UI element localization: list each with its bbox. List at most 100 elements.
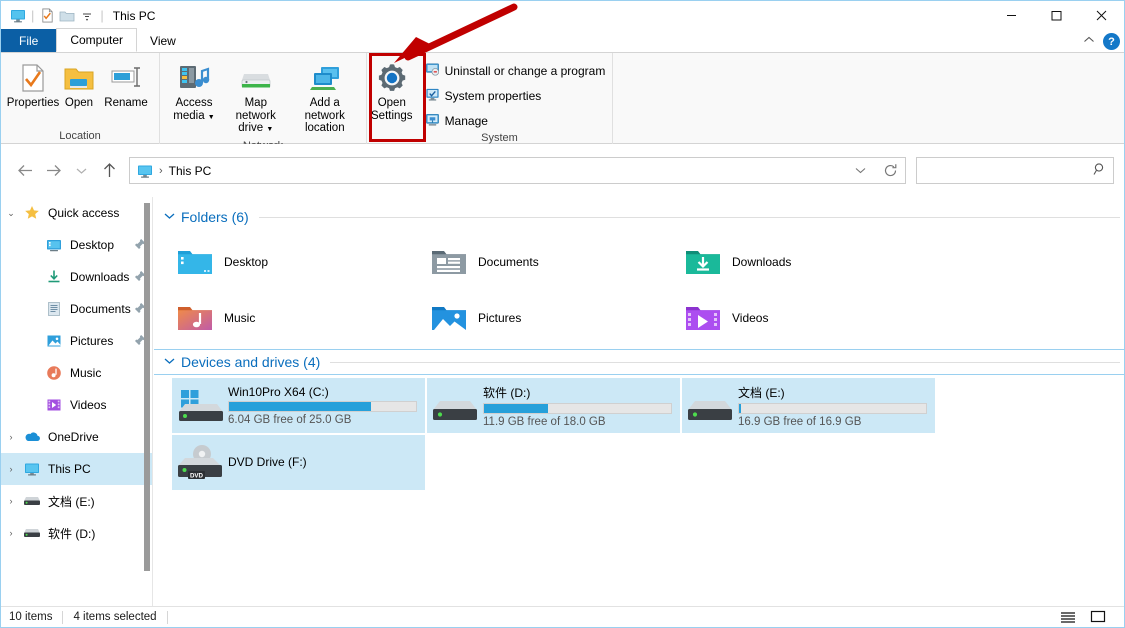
- navigation-list: ⌄Quick access Desktop Downloads Documents Pi…: [1, 197, 152, 549]
- properties-label: Properties: [7, 97, 59, 110]
- sidebar-item-desktop[interactable]: Desktop: [1, 229, 152, 261]
- downloads-icon: [43, 269, 65, 285]
- this-pc-icon: [21, 461, 43, 477]
- sidebar-item-onedrive[interactable]: ›OneDrive: [1, 421, 152, 453]
- tab-file[interactable]: File: [1, 29, 56, 52]
- folder-label: Documents: [478, 255, 539, 269]
- folder-item[interactable]: Documents: [426, 234, 680, 290]
- drive-free-space: 16.9 GB free of 16.9 GB: [738, 416, 927, 428]
- address-bar: › This PC: [1, 144, 1124, 197]
- chevron-down-icon[interactable]: [845, 158, 875, 183]
- drives-group-header[interactable]: Devices and drives (4): [154, 350, 1124, 374]
- nav-scrollbar[interactable]: [143, 203, 150, 573]
- downloads-folder-icon: [680, 246, 726, 278]
- sidebar-item-label: Desktop: [70, 238, 114, 252]
- drive-info: 软件 (D:)11.9 GB free of 18.0 GB: [483, 384, 680, 428]
- tab-computer[interactable]: Computer: [56, 28, 137, 52]
- drive-info: Win10Pro X64 (C:)6.04 GB free of 25.0 GB: [228, 385, 425, 426]
- drive-item[interactable]: DVDDVD Drive (F:): [172, 435, 425, 490]
- minimize-button[interactable]: [989, 1, 1034, 30]
- expander-icon[interactable]: ›: [1, 528, 21, 538]
- manage-icon: [425, 112, 440, 130]
- sidebar-item-d[interactable]: ›软件 (D:): [1, 517, 152, 549]
- drive-item[interactable]: 文档 (E:)16.9 GB free of 16.9 GB: [682, 378, 935, 433]
- svg-text:DVD: DVD: [190, 472, 204, 479]
- dropdown-icon[interactable]: [77, 6, 97, 26]
- monitor-icon[interactable]: [8, 6, 28, 26]
- folder-icon[interactable]: [57, 6, 77, 26]
- music-icon: [43, 365, 65, 381]
- properties-icon[interactable]: [37, 6, 57, 26]
- uninstall-program-button[interactable]: Uninstall or change a program: [421, 60, 610, 82]
- expander-icon[interactable]: ›: [1, 496, 21, 506]
- sidebar-item-documents[interactable]: Documents: [1, 293, 152, 325]
- drives-grid: Win10Pro X64 (C:)6.04 GB free of 25.0 GB…: [154, 374, 1124, 492]
- help-icon[interactable]: ?: [1103, 33, 1120, 50]
- folders-group-header[interactable]: Folders (6): [154, 205, 1124, 229]
- drive-item[interactable]: Win10Pro X64 (C:)6.04 GB free of 25.0 GB: [172, 378, 425, 433]
- expander-icon[interactable]: ›: [1, 432, 21, 442]
- folder-item[interactable]: Downloads: [680, 234, 934, 290]
- folder-item[interactable]: Desktop: [172, 234, 426, 290]
- system-properties-button[interactable]: System properties: [421, 85, 610, 107]
- open-settings-button[interactable]: Open Settings: [369, 57, 415, 125]
- sidebar-item-pictures[interactable]: Pictures: [1, 325, 152, 357]
- search-input[interactable]: [923, 164, 1093, 178]
- folder-label: Desktop: [224, 255, 268, 269]
- dvd-drive-icon: DVD: [172, 444, 228, 482]
- recent-locations-icon[interactable]: [67, 157, 95, 185]
- drive-icon: [21, 495, 43, 507]
- maximize-button[interactable]: [1034, 1, 1079, 30]
- expander-icon[interactable]: ›: [1, 464, 21, 474]
- sidebar-item-videos[interactable]: Videos: [1, 389, 152, 421]
- access-media-button[interactable]: Access media ▼: [166, 57, 222, 127]
- drives-group-title: Devices and drives (4): [181, 354, 320, 370]
- sidebar-item-music[interactable]: Music: [1, 357, 152, 389]
- access-media-icon: [177, 60, 211, 96]
- large-icons-view-icon[interactable]: [1088, 608, 1108, 626]
- manage-button[interactable]: Manage: [421, 110, 610, 132]
- tab-view[interactable]: View: [137, 29, 189, 52]
- properties-icon: [17, 60, 49, 96]
- drive-item[interactable]: 软件 (D:)11.9 GB free of 18.0 GB: [427, 378, 680, 433]
- breadcrumb[interactable]: This PC: [169, 164, 212, 178]
- nav-scrollbar-thumb[interactable]: [144, 203, 150, 571]
- close-button[interactable]: [1079, 1, 1124, 30]
- search-box[interactable]: [916, 157, 1114, 184]
- rename-button[interactable]: Rename: [99, 57, 153, 113]
- chevron-down-icon[interactable]: ▼: [208, 114, 215, 121]
- add-network-location-button[interactable]: Add a network location: [290, 57, 360, 138]
- navigation-pane[interactable]: ⌄Quick access Desktop Downloads Documents Pi…: [1, 197, 153, 606]
- chevron-down-icon[interactable]: [164, 212, 175, 223]
- chevron-down-icon[interactable]: ▼: [266, 126, 273, 133]
- details-view-icon[interactable]: [1058, 608, 1078, 626]
- properties-button[interactable]: Properties: [7, 57, 59, 113]
- search-icon[interactable]: [1093, 162, 1107, 179]
- drive-free-space: 11.9 GB free of 18.0 GB: [483, 416, 672, 428]
- sidebar-item-downloads[interactable]: Downloads: [1, 261, 152, 293]
- chevron-down-icon[interactable]: [164, 357, 175, 368]
- chevron-up-icon[interactable]: [1083, 35, 1095, 48]
- folder-item[interactable]: Music: [172, 290, 426, 346]
- back-arrow-icon[interactable]: [11, 157, 39, 185]
- drive-free-space: 6.04 GB free of 25.0 GB: [228, 414, 417, 426]
- expander-icon[interactable]: ⌄: [1, 208, 21, 219]
- sidebar-item-label: Videos: [70, 398, 106, 412]
- sidebar-item-e[interactable]: ›文档 (E:): [1, 485, 152, 517]
- drive-usage-fill: [739, 404, 741, 413]
- map-network-drive-button[interactable]: Map network drive ▼: [222, 57, 290, 140]
- sidebar-item-label: Music: [70, 366, 101, 380]
- forward-arrow-icon[interactable]: [39, 157, 67, 185]
- hard-drive-icon: [427, 388, 483, 424]
- folder-item[interactable]: Pictures: [426, 290, 680, 346]
- folder-item[interactable]: Videos: [680, 290, 934, 346]
- title-bar: | | This PC: [1, 1, 1124, 30]
- divider: [167, 611, 168, 624]
- open-button[interactable]: Open: [59, 57, 99, 113]
- up-arrow-icon[interactable]: [95, 157, 123, 185]
- sidebar-item-quick-access[interactable]: ⌄Quick access: [1, 197, 152, 229]
- refresh-icon[interactable]: [875, 158, 905, 183]
- sidebar-item-this-pc[interactable]: ›This PC: [1, 453, 152, 485]
- sidebar-item-label: Documents: [70, 302, 131, 316]
- address-field[interactable]: › This PC: [129, 157, 906, 184]
